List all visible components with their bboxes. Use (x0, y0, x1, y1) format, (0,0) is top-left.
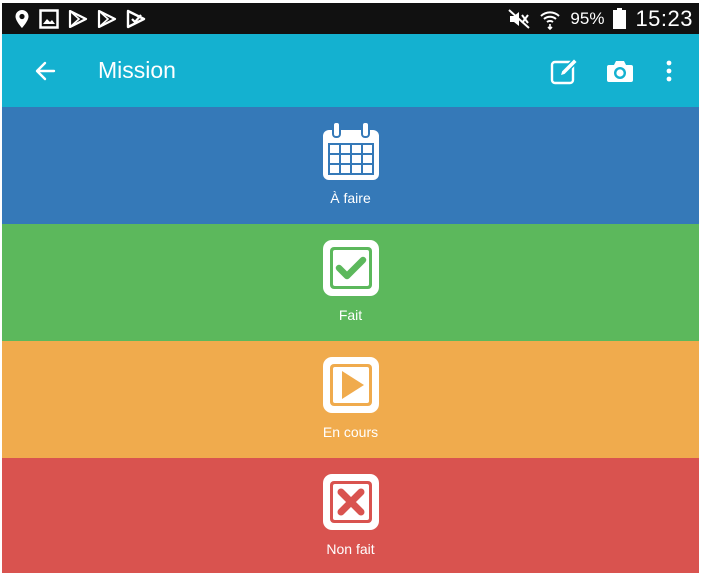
edit-button[interactable] (546, 52, 584, 90)
location-icon (14, 9, 30, 29)
tile-label-todo: À faire (330, 190, 371, 206)
arrow-back-icon (35, 61, 56, 81)
checkbox-check-icon (320, 237, 382, 299)
camera-button[interactable] (601, 52, 639, 90)
edit-icon (550, 57, 579, 85)
play-store-icon (68, 9, 88, 28)
status-tile-todo[interactable]: À faire (2, 107, 699, 224)
more-vert-icon (666, 60, 672, 82)
close-square-icon (320, 471, 382, 533)
app-bar: Mission (2, 34, 699, 107)
download-icon (126, 9, 146, 29)
tile-label-not-done: Non fait (326, 541, 375, 557)
play-store-icon (97, 9, 117, 28)
wifi-icon (539, 8, 561, 30)
play-square-icon (320, 354, 382, 416)
mute-icon (508, 8, 531, 29)
status-tile-in-progress[interactable]: En cours (2, 341, 699, 458)
clock: 15:23 (635, 5, 693, 31)
back-button[interactable] (26, 52, 64, 90)
camera-icon (607, 61, 633, 82)
status-bar-notifications (14, 8, 146, 29)
app-screen: 95% 15:23 Mission À faire Fait En cours … (0, 0, 701, 573)
calendar-icon (320, 120, 382, 182)
more-options-button[interactable] (650, 52, 688, 90)
battery-icon (613, 8, 627, 29)
status-tile-done[interactable]: Fait (2, 224, 699, 341)
status-bar-system: 95% 15:23 (508, 5, 693, 31)
page-title: Mission (98, 57, 176, 83)
status-bar: 95% 15:23 (2, 3, 699, 34)
image-icon (39, 8, 59, 29)
tile-label-in-progress: En cours (322, 424, 379, 440)
battery-percent: 95% (570, 9, 605, 28)
status-tile-not-done[interactable]: Non fait (2, 458, 699, 573)
tile-label-done: Fait (338, 307, 363, 323)
